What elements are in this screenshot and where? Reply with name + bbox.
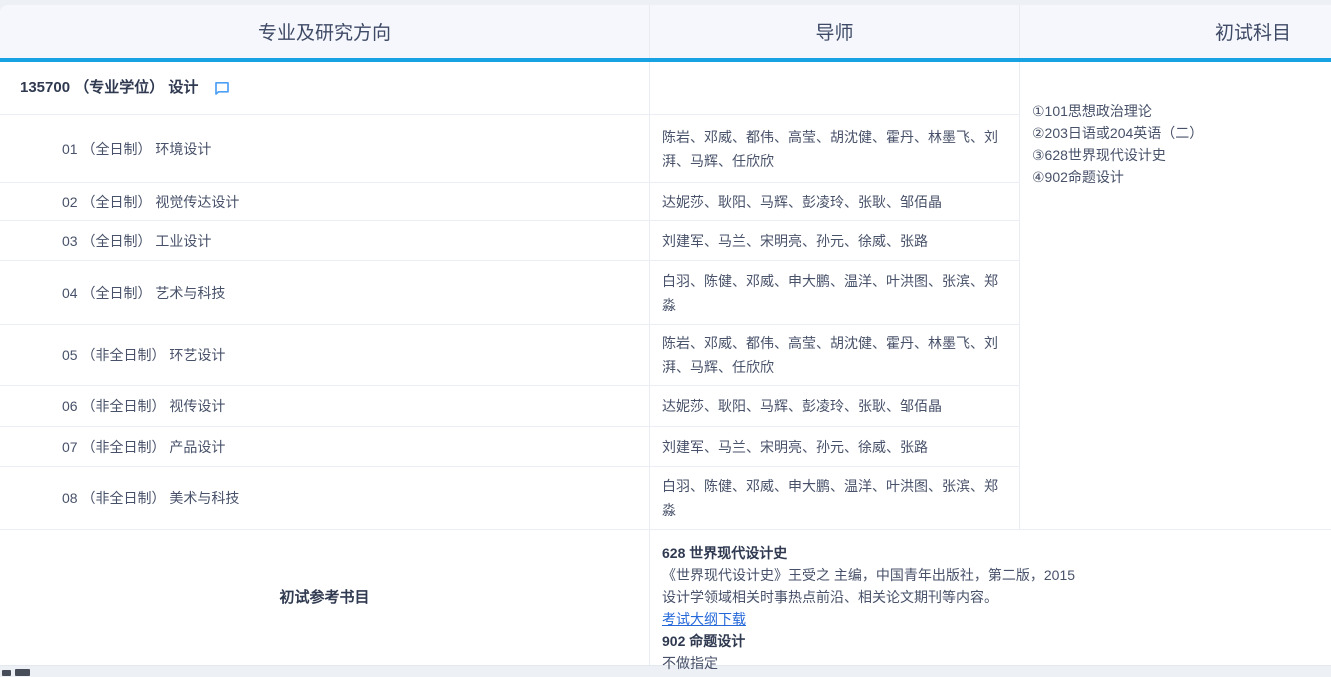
program-code-row: 135700 （专业学位） 设计 — [0, 62, 650, 115]
direction-row-07: 07 （非全日制） 产品设计 — [0, 427, 650, 467]
advisors-row-07: 刘建军、马兰、宋明亮、孙元、徐威、张路 — [650, 427, 1020, 467]
page: 专业及研究方向 导师 初试科目 135700 （专业学位） 设计 01 （全日制… — [0, 0, 1331, 677]
book-902-title: 902 命题设计 — [662, 630, 1331, 652]
header-col-direction: 专业及研究方向 — [0, 5, 650, 58]
header-col-subjects: 初试科目 — [1020, 5, 1331, 58]
direction-row-03: 03 （全日制） 工业设计 — [0, 221, 650, 261]
book-628-detail: 《世界现代设计史》王受之 主编，中国青年出版社，第二版，2015 — [662, 564, 1331, 586]
exam-subject-4: ④902命题设计 — [1032, 166, 1331, 188]
direction-row-02: 02 （全日制） 视觉传达设计 — [0, 183, 650, 221]
reference-books-content: 628 世界现代设计史 《世界现代设计史》王受之 主编，中国青年出版社，第二版，… — [650, 530, 1331, 665]
direction-row-01: 01 （全日制） 环境设计 — [0, 115, 650, 183]
direction-row-08: 08 （非全日制） 美术与科技 — [0, 467, 650, 530]
exam-subjects-cell: ①101思想政治理论 ②203日语或204英语（二） ③628世界现代设计史 ④… — [1020, 62, 1331, 530]
table-header-row: 专业及研究方向 导师 初试科目 — [0, 5, 1331, 62]
direction-row-06: 06 （非全日制） 视传设计 — [0, 386, 650, 427]
exam-subject-1: ①101思想政治理论 — [1032, 100, 1331, 122]
exam-outline-download-link[interactable]: 考试大纲下载 — [662, 611, 746, 627]
book-628-note: 设计学领域相关时事热点前沿、相关论文期刊等内容。 — [662, 586, 1331, 608]
exam-subject-3: ③628世界现代设计史 — [1032, 144, 1331, 166]
exam-subject-2: ②203日语或204英语（二） — [1032, 122, 1331, 144]
direction-row-04: 04 （全日制） 艺术与科技 — [0, 261, 650, 325]
advisors-row-05: 陈岩、邓威、都伟、高莹、胡沈健、霍丹、林墨飞、刘湃、马辉、任欣欣 — [650, 325, 1020, 386]
clipped-text-fragment — [2, 670, 11, 676]
advisors-row-01: 陈岩、邓威、都伟、高莹、胡沈健、霍丹、林墨飞、刘湃、马辉、任欣欣 — [650, 115, 1020, 183]
comment-bubble-icon[interactable] — [214, 80, 230, 96]
advisors-row-08: 白羽、陈健、邓威、申大鹏、温洋、叶洪图、张滨、郑淼 — [650, 467, 1020, 530]
admissions-table: 专业及研究方向 导师 初试科目 135700 （专业学位） 设计 01 （全日制… — [0, 5, 1331, 666]
direction-row-05: 05 （非全日制） 环艺设计 — [0, 325, 650, 386]
advisors-row-02: 达妮莎、耿阳、马辉、彭凌玲、张耿、邹佰晶 — [650, 183, 1020, 221]
clipped-text-fragment — [15, 669, 30, 676]
advisors-row-06: 达妮莎、耿阳、马辉、彭凌玲、张耿、邹佰晶 — [650, 386, 1020, 427]
program-row-advisors-empty — [650, 62, 1020, 115]
advisors-row-04: 白羽、陈健、邓威、申大鹏、温洋、叶洪图、张滨、郑淼 — [650, 261, 1020, 325]
page-bottom-strip — [0, 661, 1331, 677]
book-628-title: 628 世界现代设计史 — [662, 542, 1331, 564]
program-code-label: 135700 （专业学位） 设计 — [20, 76, 198, 100]
table-body: 135700 （专业学位） 设计 01 （全日制） 环境设计 陈岩、邓威、都伟、… — [0, 62, 1331, 665]
reference-books-label: 初试参考书目 — [0, 530, 650, 665]
header-col-advisors: 导师 — [650, 5, 1020, 58]
advisors-row-03: 刘建军、马兰、宋明亮、孙元、徐威、张路 — [650, 221, 1020, 261]
